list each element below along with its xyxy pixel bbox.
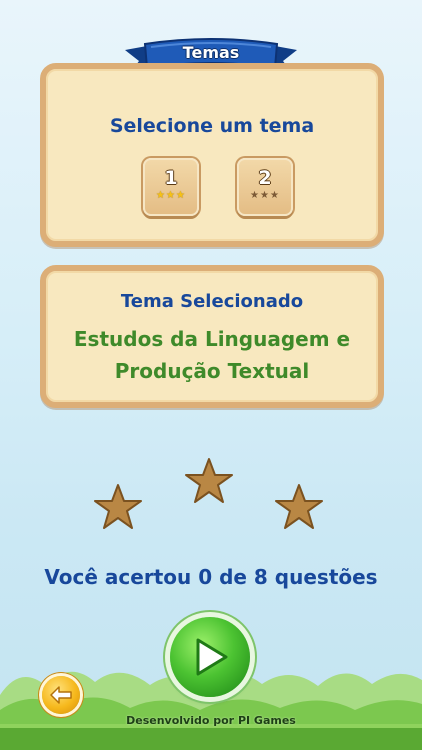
selected-theme-line-1: Estudos da Linguagem e: [73, 327, 351, 351]
theme-1-button[interactable]: 1 ★★★: [143, 158, 199, 216]
play-button[interactable]: [170, 617, 250, 697]
score-star-icon-2: [185, 458, 233, 503]
arrow-left-icon: [50, 686, 72, 704]
selected-theme-name: Estudos da Linguagem e Produção Textual: [66, 323, 358, 387]
theme-1-stars: ★★★: [156, 190, 186, 201]
theme-select-panel: Selecione um tema 1 ★★★ 2 ★★★: [40, 63, 384, 247]
score-star-icon-3: [275, 484, 323, 529]
selected-theme-line-2: Produção Textual: [114, 359, 310, 383]
score-star-icon-1: [94, 484, 142, 529]
theme-1-number: 1: [164, 167, 178, 189]
select-theme-heading: Selecione um tema: [109, 115, 315, 137]
theme-2-stars: ★★★: [250, 190, 280, 201]
selected-theme-heading: Tema Selecionado: [120, 291, 304, 312]
play-icon: [196, 638, 228, 676]
back-button[interactable]: [42, 676, 80, 714]
result-text: Você acertou 0 de 8 questões: [44, 565, 378, 589]
developer-credit: Desenvolvido por PI Games: [126, 714, 296, 727]
theme-2-number: 2: [258, 167, 272, 189]
screen-title: Temas: [182, 43, 240, 62]
theme-2-button[interactable]: 2 ★★★: [237, 158, 293, 216]
selected-theme-panel: Tema Selecionado Estudos da Linguagem e …: [40, 265, 384, 408]
